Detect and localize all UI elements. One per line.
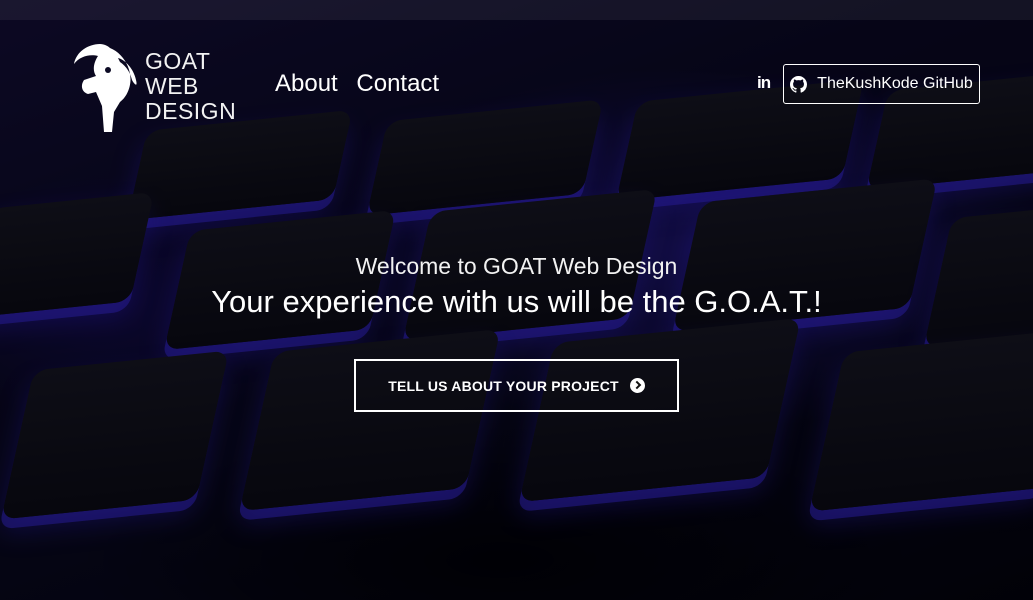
- brand-line: DESIGN: [145, 98, 237, 124]
- linkedin-icon[interactable]: in: [757, 73, 771, 93]
- hero-subtitle: Welcome to GOAT Web Design: [355, 253, 678, 279]
- github-icon: [790, 75, 808, 93]
- brand-wordmark: GOAT WEB DESIGN: [145, 49, 236, 124]
- github-button-label: TheKushKode GitHub: [817, 75, 973, 92]
- hero-title: Your experience with us will be the G.O.…: [211, 284, 822, 319]
- chevron-circle-right-icon: [629, 378, 645, 393]
- github-button[interactable]: TheKushKode GitHub: [783, 64, 980, 104]
- brand-logo[interactable]: GOAT WEB DESIGN: [70, 40, 240, 135]
- nav-link-contact[interactable]: Contact: [356, 70, 439, 97]
- brand-line: WEB: [145, 73, 199, 99]
- hero-section: Welcome to GOAT Web Design Your experien…: [0, 252, 1033, 322]
- nav-link-about[interactable]: About: [275, 70, 338, 97]
- top-bar: [0, 0, 1033, 20]
- main-nav: About Contact: [275, 70, 451, 98]
- project-cta-button[interactable]: TELL US ABOUT YOUR PROJECT: [354, 359, 679, 412]
- brand-line: GOAT: [145, 48, 211, 74]
- goat-head-icon: [74, 44, 137, 132]
- cta-label: TELL US ABOUT YOUR PROJECT: [388, 377, 619, 394]
